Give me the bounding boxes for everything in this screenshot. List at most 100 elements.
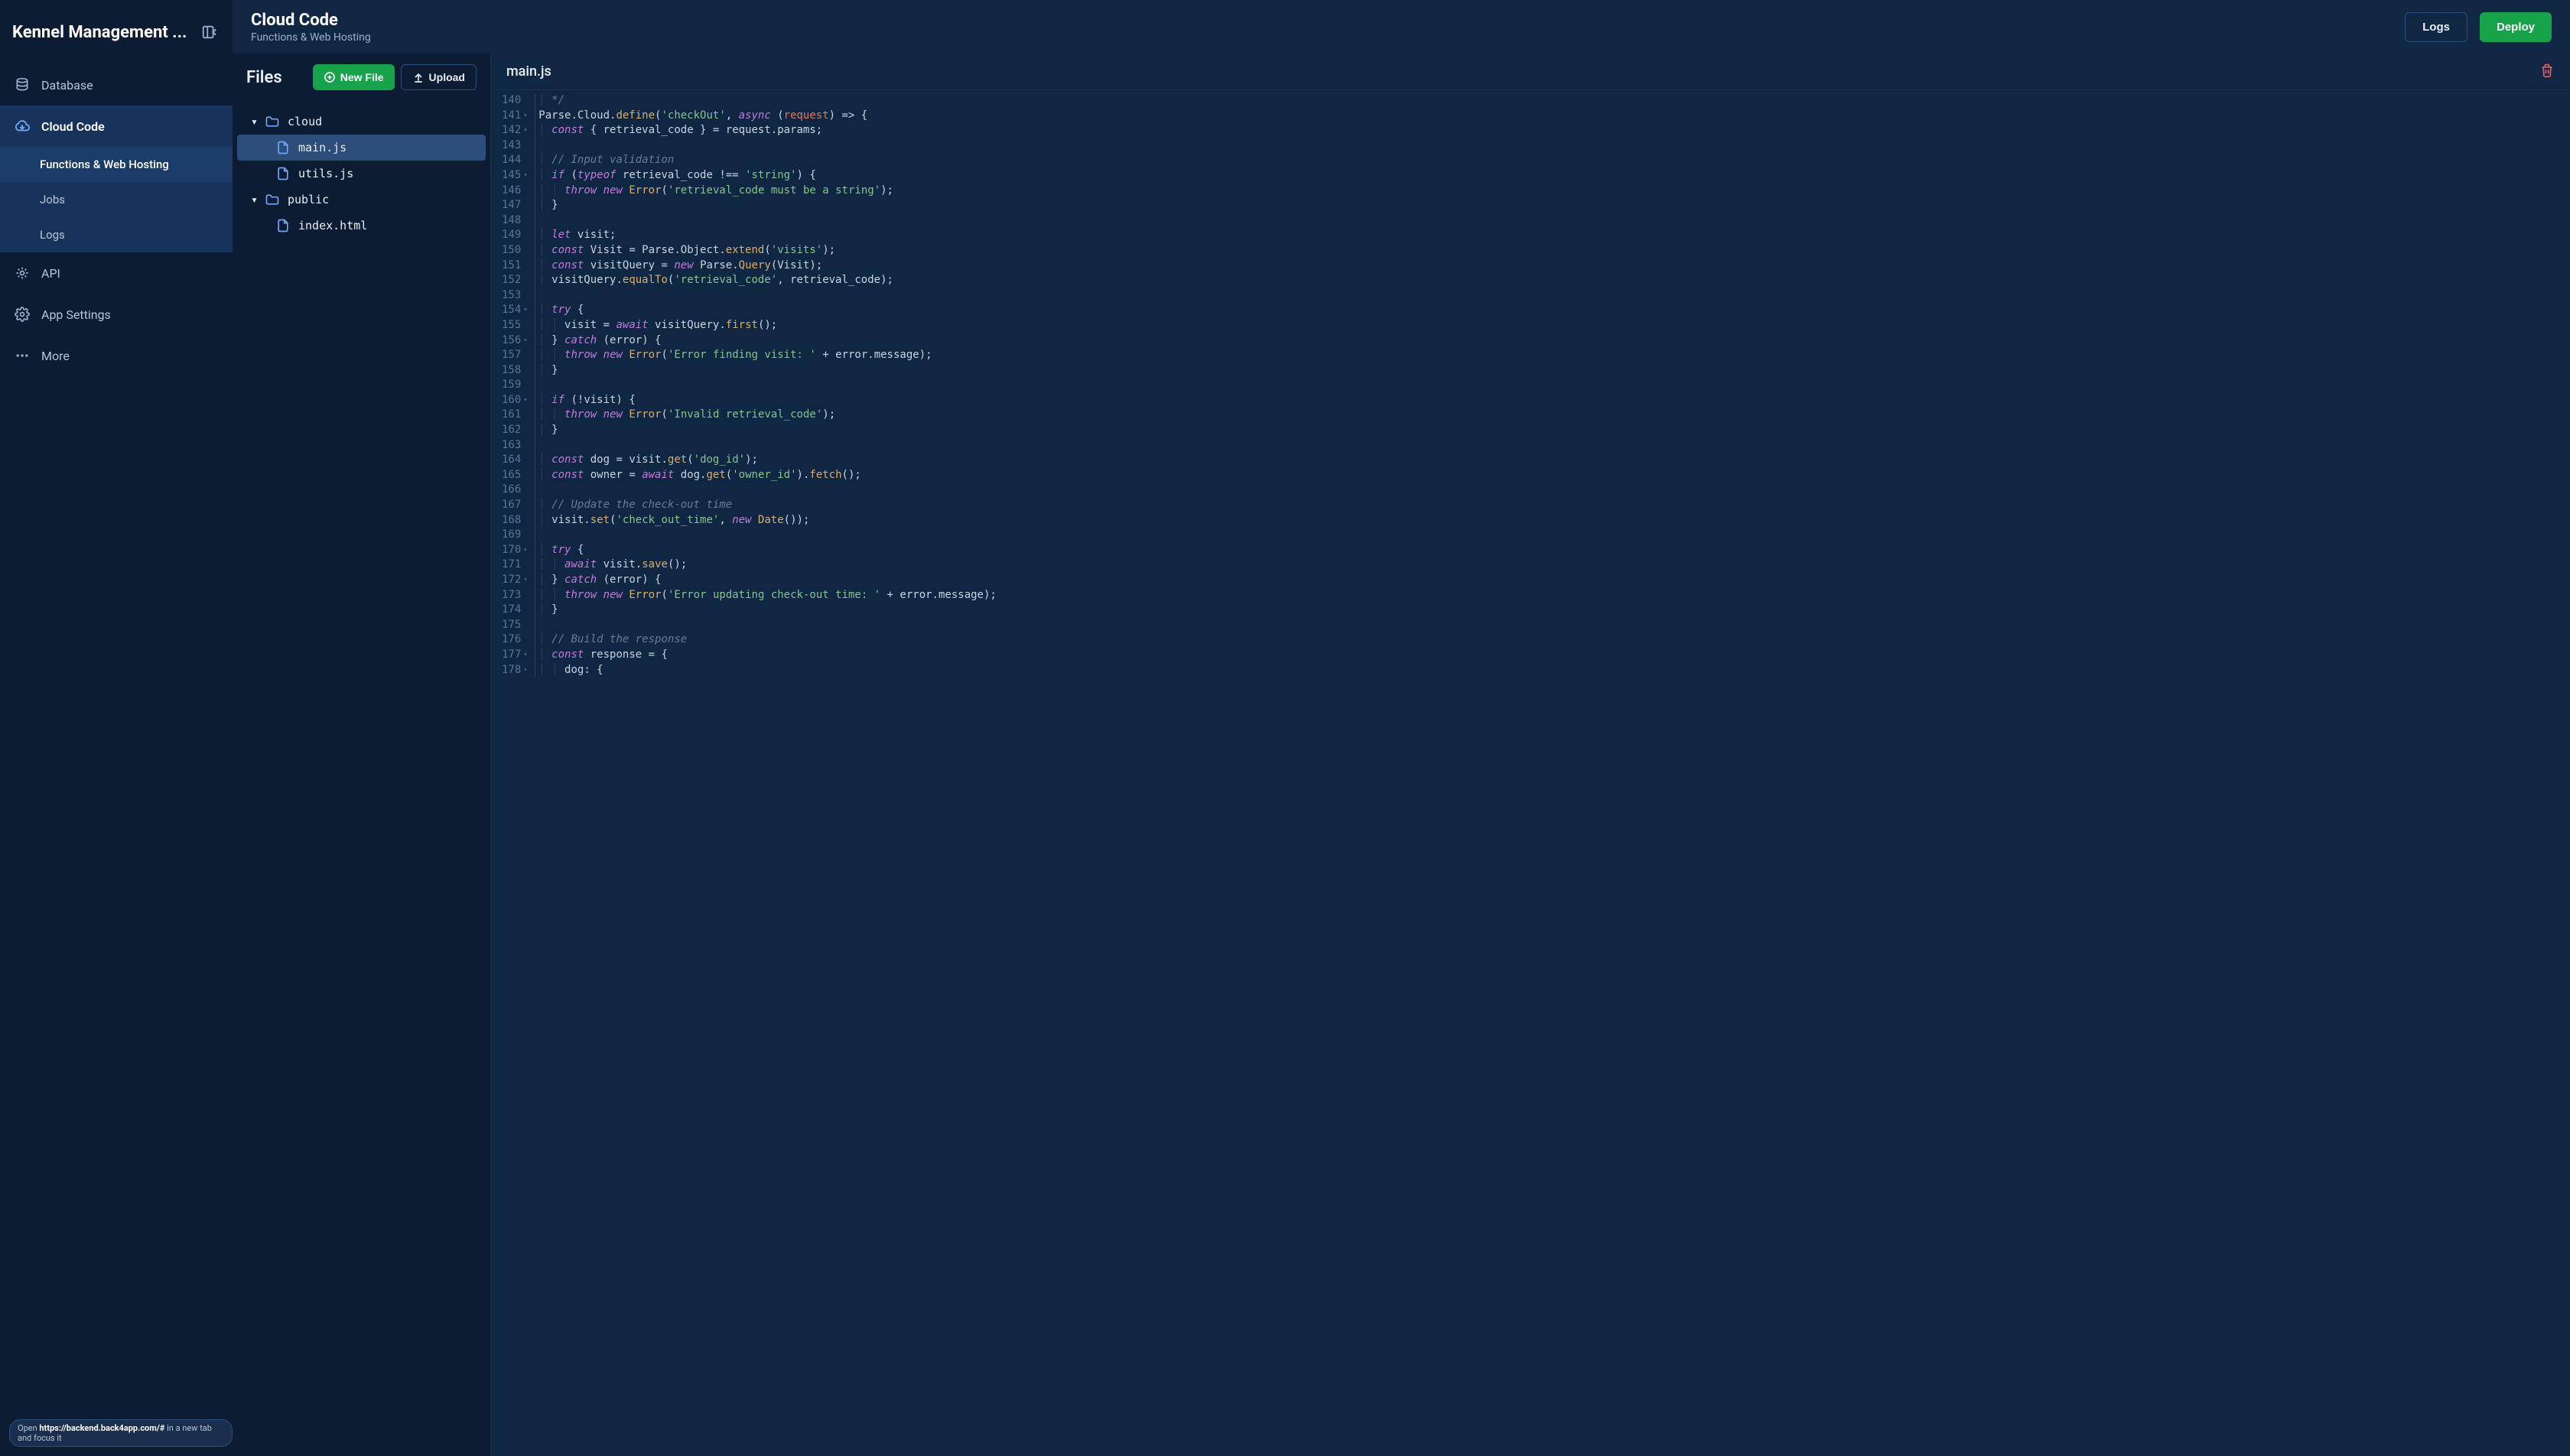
- code-line[interactable]: │ }: [535, 363, 2562, 379]
- code-line[interactable]: │ │ throw new Error('Error finding visit…: [535, 348, 2562, 363]
- code-line[interactable]: │ // Input validation: [535, 153, 2562, 168]
- code-line[interactable]: │ │ throw new Error('retrieval_code must…: [535, 184, 2562, 199]
- file-name: index.html: [298, 219, 367, 232]
- deploy-button[interactable]: Deploy: [2480, 12, 2552, 42]
- line-number: 143: [502, 138, 521, 154]
- code-area[interactable]: 140141▾142▾143144145▾1461471481491501511…: [491, 90, 2570, 1456]
- tab-filename[interactable]: main.js: [506, 63, 551, 80]
- trash-icon: [2539, 63, 2555, 78]
- code-line[interactable]: │ // Update the check-out time: [535, 498, 2562, 513]
- code-line[interactable]: [535, 618, 2562, 633]
- code-line[interactable]: │ const dog = visit.get('dog_id');: [535, 453, 2562, 468]
- file-icon: [275, 139, 292, 156]
- fold-marker-icon[interactable]: ▾: [523, 575, 527, 583]
- code-line[interactable]: Parse.Cloud.define('checkOut', async (re…: [535, 109, 2562, 124]
- code-line[interactable]: │ visit.set('check_out_time', new Date()…: [535, 513, 2562, 528]
- line-number: 178▾: [502, 663, 521, 678]
- code-line[interactable]: [535, 438, 2562, 453]
- nav-item-more[interactable]: More: [0, 335, 233, 376]
- code-line[interactable]: │ const { retrieval_code } = request.par…: [535, 123, 2562, 138]
- fold-marker-icon[interactable]: ▾: [523, 125, 527, 134]
- nav-item-database[interactable]: Database: [0, 64, 233, 106]
- more-icon: [14, 347, 31, 364]
- line-number: 170▾: [502, 543, 521, 558]
- code-line[interactable]: │ */: [535, 93, 2562, 109]
- fold-marker-icon[interactable]: ▾: [523, 650, 527, 658]
- sidebar-collapse-button[interactable]: [199, 21, 220, 43]
- line-number: 153: [502, 288, 521, 304]
- fold-marker-icon[interactable]: ▾: [523, 111, 527, 119]
- line-number: 152: [502, 273, 521, 288]
- upload-button[interactable]: Upload: [401, 64, 477, 90]
- code-line[interactable]: │ │ throw new Error('Invalid retrieval_c…: [535, 408, 2562, 423]
- code-line[interactable]: │ }: [535, 603, 2562, 618]
- sub-item-logs[interactable]: Logs: [0, 217, 233, 252]
- url-tooltip: Open https://backend.back4app.com/# in a…: [9, 1419, 233, 1447]
- code-line[interactable]: [535, 378, 2562, 393]
- code-line[interactable]: [535, 483, 2562, 498]
- nav-item-api[interactable]: API: [0, 252, 233, 294]
- line-number: 148: [502, 213, 521, 229]
- code-line[interactable]: │ if (!visit) {: [535, 393, 2562, 408]
- line-number: 151: [502, 258, 521, 274]
- nav-label: Database: [41, 78, 93, 93]
- line-number: 177▾: [502, 648, 521, 663]
- tooltip-url: https://backend.back4app.com/#: [39, 1423, 164, 1433]
- sub-item-jobs[interactable]: Jobs: [0, 182, 233, 217]
- code-line[interactable]: [535, 213, 2562, 229]
- code[interactable]: │ */Parse.Cloud.define('checkOut', async…: [527, 90, 2570, 1456]
- code-line[interactable]: [535, 528, 2562, 543]
- file-index-html[interactable]: index.html: [237, 213, 486, 239]
- line-number: 174: [502, 603, 521, 618]
- file-name: utils.js: [298, 167, 353, 180]
- code-line[interactable]: │ const Visit = Parse.Object.extend('vis…: [535, 243, 2562, 258]
- files-title: Files: [246, 68, 282, 87]
- code-line[interactable]: │ │ await visit.save();: [535, 557, 2562, 573]
- code-line[interactable]: │ }: [535, 423, 2562, 438]
- line-number: 142▾: [502, 123, 521, 138]
- editor-tabs: main.js: [491, 54, 2570, 90]
- sub-nav: Functions & Web Hosting Jobs Logs: [0, 147, 233, 252]
- code-line[interactable]: [535, 138, 2562, 154]
- sub-item-functions[interactable]: Functions & Web Hosting: [0, 147, 233, 182]
- code-line[interactable]: │ if (typeof retrieval_code !== 'string'…: [535, 168, 2562, 184]
- fold-marker-icon[interactable]: ▾: [523, 395, 527, 404]
- fold-marker-icon[interactable]: ▾: [523, 545, 527, 554]
- code-line[interactable]: │ try {: [535, 543, 2562, 558]
- delete-file-button[interactable]: [2539, 63, 2555, 81]
- code-line[interactable]: │ │ throw new Error('Error updating chec…: [535, 588, 2562, 603]
- code-line[interactable]: │ const owner = await dog.get('owner_id'…: [535, 468, 2562, 483]
- line-number: 169: [502, 528, 521, 543]
- code-line[interactable]: │ visitQuery.equalTo('retrieval_code', r…: [535, 273, 2562, 288]
- api-icon: [14, 265, 31, 281]
- code-line[interactable]: │ const response = {: [535, 648, 2562, 663]
- file-main-js[interactable]: main.js: [237, 135, 486, 161]
- nav-item-app-settings[interactable]: App Settings: [0, 294, 233, 335]
- fold-marker-icon[interactable]: ▾: [523, 336, 527, 344]
- code-line[interactable]: │ } catch (error) {: [535, 333, 2562, 349]
- line-number: 160▾: [502, 393, 521, 408]
- fold-marker-icon[interactable]: ▾: [523, 171, 527, 179]
- code-line[interactable]: [535, 288, 2562, 304]
- files-panel: Files New File Upload ▾cloud main.js utils…: [233, 54, 491, 1456]
- nav-item-cloud-code[interactable]: Cloud Code: [0, 106, 233, 147]
- code-line[interactable]: │ const visitQuery = new Parse.Query(Vis…: [535, 258, 2562, 274]
- code-line[interactable]: │ try {: [535, 303, 2562, 318]
- new-file-button[interactable]: New File: [313, 64, 395, 90]
- folder-public[interactable]: ▾public: [237, 187, 486, 213]
- code-line[interactable]: │ │ visit = await visitQuery.first();: [535, 318, 2562, 333]
- plus-circle-icon: [324, 71, 336, 83]
- folder-cloud[interactable]: ▾cloud: [237, 109, 486, 135]
- code-line[interactable]: │ // Build the response: [535, 632, 2562, 648]
- code-line[interactable]: │ } catch (error) {: [535, 573, 2562, 588]
- logs-button[interactable]: Logs: [2405, 12, 2468, 42]
- code-line[interactable]: │ }: [535, 198, 2562, 213]
- code-line[interactable]: │ let visit;: [535, 228, 2562, 243]
- file-utils-js[interactable]: utils.js: [237, 161, 486, 187]
- code-line[interactable]: │ │ dog: {: [535, 663, 2562, 678]
- fold-marker-icon[interactable]: ▾: [523, 305, 527, 314]
- file-icon: [275, 217, 292, 234]
- fold-marker-icon[interactable]: ▾: [523, 665, 527, 674]
- file-name: main.js: [298, 141, 346, 154]
- line-number: 140: [502, 93, 521, 109]
